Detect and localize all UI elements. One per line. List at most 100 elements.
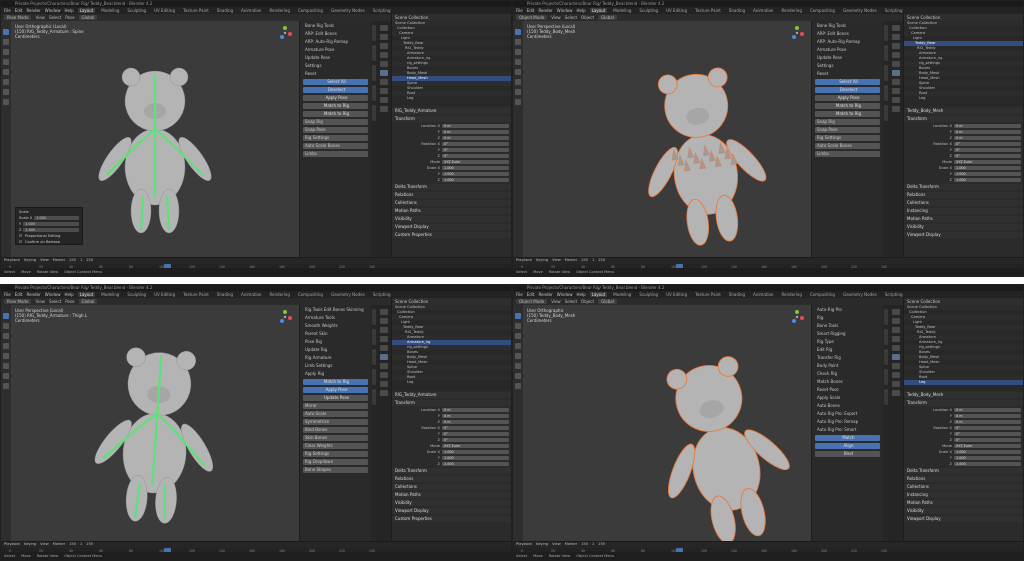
panel-section-header[interactable]: Custom Properties — [392, 232, 511, 238]
select-box-tool-icon[interactable] — [515, 313, 521, 319]
menu-render[interactable]: Render — [538, 292, 552, 297]
workspace-tab-layout[interactable]: Layout — [77, 292, 96, 297]
world-properties-icon[interactable] — [380, 345, 388, 351]
world-properties-icon[interactable] — [892, 61, 900, 67]
numeric-field[interactable]: 1.000 — [954, 177, 1021, 182]
workspace-tab-geometry-nodes[interactable]: Geometry Nodes — [841, 292, 879, 297]
tab-item[interactable] — [884, 25, 888, 41]
workspace-tab-modeling[interactable]: Modeling — [611, 8, 633, 13]
numeric-field[interactable]: 0° — [954, 141, 1021, 146]
transform-panel-header[interactable]: Transform — [392, 116, 511, 122]
constraint-properties-icon[interactable] — [892, 381, 900, 387]
operator-field[interactable]: 1.000 — [23, 221, 79, 226]
menu-window[interactable]: Window — [45, 292, 61, 297]
frame-current[interactable]: 150 — [69, 542, 76, 547]
npanel-option[interactable]: Bind Bones — [303, 427, 368, 433]
menu-window[interactable]: Window — [557, 8, 573, 13]
menu-edit[interactable]: Edit — [527, 292, 535, 297]
timeline-menu[interactable]: Playback — [516, 542, 532, 547]
numeric-field[interactable]: 0° — [442, 153, 509, 158]
measure-tool-icon[interactable] — [3, 383, 9, 389]
workspace-tab-texture-paint[interactable]: Texture Paint — [181, 292, 211, 297]
menu-help[interactable]: Help — [64, 292, 73, 297]
tab-arp[interactable] — [372, 85, 376, 101]
tab-tool[interactable] — [884, 329, 888, 345]
timeline-menu[interactable]: Keying — [24, 542, 36, 547]
object-name-field[interactable]: Teddy_Body_Mesh — [904, 392, 1023, 398]
timeline-menu[interactable]: View — [552, 542, 561, 547]
timeline-menu[interactable]: Playback — [516, 258, 532, 263]
panel-section-header[interactable]: Delta Transform — [392, 184, 511, 190]
npanel-button[interactable]: Match to Rig — [815, 103, 880, 109]
numeric-field[interactable]: 1.000 — [954, 455, 1021, 460]
timeline-menu[interactable]: View — [40, 542, 49, 547]
npanel-option[interactable]: Mirror — [303, 403, 368, 409]
numeric-field[interactable]: 0 m — [442, 135, 509, 140]
tab-view[interactable] — [372, 65, 376, 81]
workspace-tab-scripting[interactable]: Scripting — [883, 292, 905, 297]
tool-properties-icon[interactable] — [380, 309, 388, 315]
panel-section-header[interactable]: Collections — [904, 484, 1023, 490]
view-menu[interactable]: View — [35, 299, 45, 304]
npanel-option[interactable]: Auto Scale — [303, 411, 368, 417]
transform-tool-icon[interactable] — [515, 363, 521, 369]
object-properties-icon[interactable] — [892, 354, 900, 360]
npanel-button[interactable]: Match to Rig — [303, 111, 368, 117]
tab-tool[interactable] — [884, 45, 888, 61]
output-properties-icon[interactable] — [380, 327, 388, 333]
panel-section-header[interactable]: Visibility — [904, 508, 1023, 514]
workspace-tab-uv-editing[interactable]: UV Editing — [152, 8, 177, 13]
tab-item[interactable] — [884, 309, 888, 325]
tab-view[interactable] — [372, 349, 376, 365]
npanel-option[interactable]: Rig Settings — [303, 135, 368, 141]
npanel-option[interactable]: Auto Scale Bones — [303, 143, 368, 149]
physics-properties-icon[interactable] — [892, 88, 900, 94]
npanel-option[interactable]: Limbs — [815, 151, 880, 157]
panel-section-header[interactable]: Collections — [392, 200, 511, 206]
workspace-tab-rendering[interactable]: Rendering — [779, 8, 803, 13]
view-menu[interactable]: View — [35, 15, 45, 20]
workspace-tab-uv-editing[interactable]: UV Editing — [152, 292, 177, 297]
operator-checkbox-row[interactable]: Confirm on Release — [19, 239, 79, 244]
timeline-menu[interactable]: Keying — [24, 258, 36, 263]
panel-section-header[interactable]: Motion Paths — [904, 216, 1023, 222]
view-menu[interactable]: View — [551, 15, 561, 20]
menu-edit[interactable]: Edit — [527, 8, 535, 13]
workspace-tab-scripting[interactable]: Scripting — [883, 8, 905, 13]
workspace-tab-uv-editing[interactable]: UV Editing — [664, 8, 689, 13]
panel-section-header[interactable]: Viewport Display — [904, 516, 1023, 522]
select-box-tool-icon[interactable] — [3, 313, 9, 319]
object-menu[interactable]: Object — [581, 15, 594, 20]
numeric-field[interactable]: XYZ Euler — [442, 159, 509, 164]
workspace-tab-modeling[interactable]: Modeling — [99, 292, 121, 297]
menu-file[interactable]: File — [4, 292, 11, 297]
tab-rig[interactable] — [372, 105, 376, 121]
workspace-tab-sculpting[interactable]: Sculpting — [125, 8, 148, 13]
physics-properties-icon[interactable] — [892, 372, 900, 378]
workspace-tab-texture-paint[interactable]: Texture Paint — [181, 8, 211, 13]
menu-window[interactable]: Window — [557, 292, 573, 297]
checkbox-icon[interactable] — [19, 240, 22, 243]
frame-start[interactable]: 1 — [592, 258, 594, 263]
transform-tool-icon[interactable] — [3, 363, 9, 369]
numeric-field[interactable]: XYZ Euler — [954, 159, 1021, 164]
physics-properties-icon[interactable] — [380, 372, 388, 378]
timeline-menu[interactable]: Keying — [536, 542, 548, 547]
numeric-field[interactable]: XYZ Euler — [954, 443, 1021, 448]
measure-tool-icon[interactable] — [515, 99, 521, 105]
panel-section-header[interactable]: Viewport Display — [392, 508, 511, 514]
tab-item[interactable] — [372, 309, 376, 325]
mode-dropdown[interactable]: Object Mode — [516, 15, 548, 20]
world-properties-icon[interactable] — [380, 61, 388, 67]
tab-view[interactable] — [884, 65, 888, 81]
select-menu[interactable]: Select — [565, 299, 577, 304]
numeric-field[interactable]: 0 m — [442, 413, 509, 418]
numeric-field[interactable]: 1.000 — [954, 171, 1021, 176]
transform-orientation-dropdown[interactable]: Global — [78, 15, 98, 20]
frame-current[interactable]: 150 — [581, 542, 588, 547]
panel-section-header[interactable]: Visibility — [392, 500, 511, 506]
select-menu[interactable]: Select — [49, 299, 61, 304]
transform-tool-icon[interactable] — [3, 79, 9, 85]
select-menu[interactable]: Select — [565, 15, 577, 20]
measure-tool-icon[interactable] — [3, 99, 9, 105]
